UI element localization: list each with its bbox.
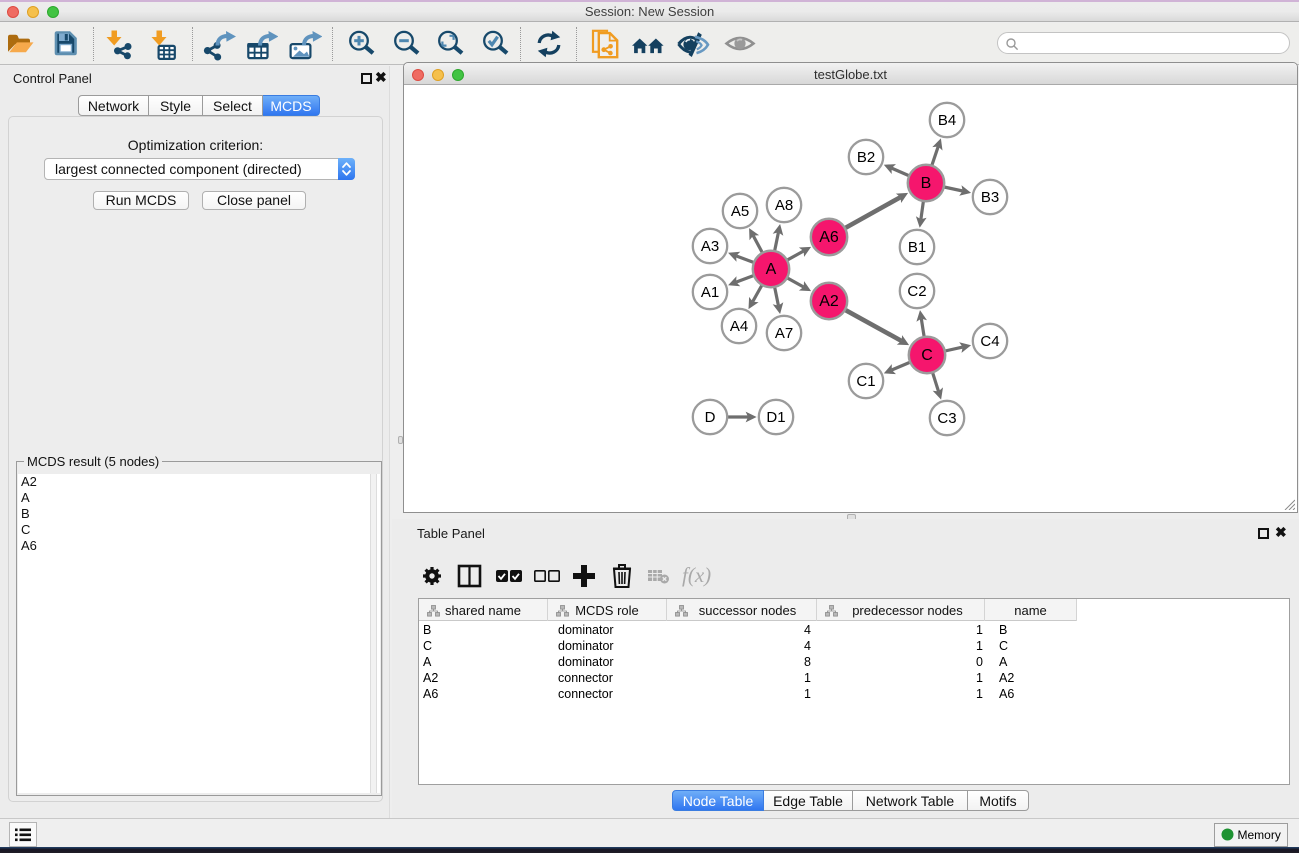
svg-text:D1: D1 (766, 409, 785, 426)
svg-text:C3: C3 (937, 410, 956, 427)
svg-text:B1: B1 (908, 239, 926, 256)
svg-text:C2: C2 (907, 283, 926, 300)
svg-text:A6: A6 (819, 229, 839, 246)
svg-text:C: C (921, 347, 933, 364)
svg-text:A8: A8 (775, 197, 793, 214)
svg-text:A3: A3 (701, 238, 719, 255)
svg-text:A2: A2 (819, 293, 839, 310)
svg-text:A7: A7 (775, 325, 793, 342)
svg-text:A4: A4 (730, 318, 748, 335)
svg-text:B: B (921, 175, 932, 192)
svg-text:C1: C1 (856, 373, 875, 390)
svg-text:B4: B4 (938, 112, 956, 129)
svg-text:A1: A1 (701, 284, 719, 301)
svg-text:A5: A5 (731, 203, 749, 220)
svg-text:D: D (705, 409, 716, 426)
svg-text:B2: B2 (857, 149, 875, 166)
svg-text:A: A (766, 261, 777, 278)
svg-text:C4: C4 (980, 333, 999, 350)
svg-text:B3: B3 (981, 189, 999, 206)
